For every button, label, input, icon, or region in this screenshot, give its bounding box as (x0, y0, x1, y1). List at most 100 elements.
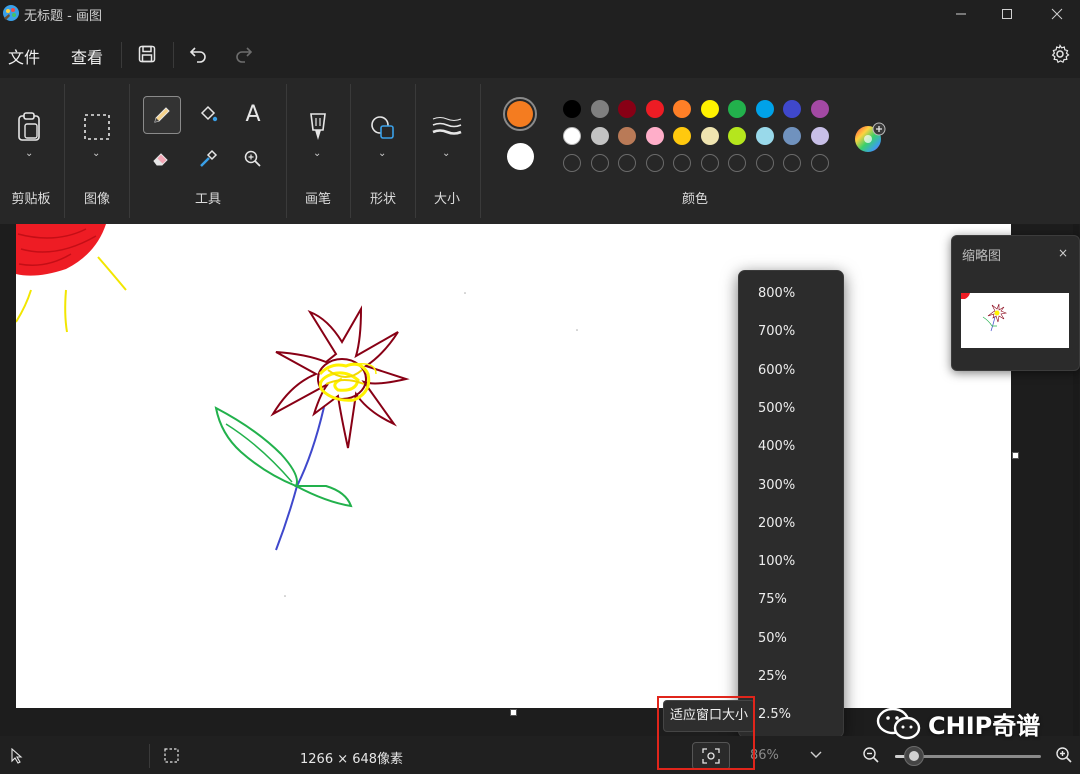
custom-color-slot[interactable] (563, 154, 581, 172)
palette-swatch[interactable] (673, 127, 691, 145)
custom-color-slot[interactable] (810, 154, 829, 172)
palette-swatch[interactable] (700, 127, 719, 145)
zoom-option[interactable]: 300% (739, 469, 843, 503)
menu-file[interactable]: 文件 (8, 44, 40, 68)
palette-swatch[interactable] (700, 100, 719, 118)
undo-button[interactable] (185, 40, 213, 68)
secondary-color[interactable] (507, 143, 534, 170)
minimize-button[interactable] (938, 0, 984, 28)
palette-swatch[interactable] (563, 100, 581, 118)
zoom-option[interactable]: 800% (739, 277, 843, 311)
zoom-out-button[interactable] (862, 746, 880, 768)
palette-swatch[interactable] (755, 127, 774, 145)
group-label-tools: 工具 (194, 192, 221, 207)
ribbon-divider (129, 84, 130, 218)
palette-swatch[interactable] (728, 100, 746, 118)
custom-color-slot[interactable] (590, 154, 609, 172)
group-label-colors: 颜色 (681, 192, 708, 207)
zoom-option[interactable]: 700% (739, 315, 843, 349)
menu-view[interactable]: 查看 (71, 44, 103, 68)
canvas-resize-handle[interactable] (1012, 452, 1019, 459)
eraser-tool[interactable] (143, 141, 179, 177)
zoom-option[interactable]: 600% (739, 354, 843, 388)
primary-color[interactable] (503, 97, 537, 131)
custom-color-slot[interactable] (673, 154, 691, 172)
settings-button[interactable] (1046, 40, 1074, 68)
thumbnail-preview[interactable] (961, 293, 1069, 348)
palette-swatch[interactable] (673, 100, 691, 118)
palette-swatch[interactable] (590, 100, 609, 118)
palette-swatch[interactable] (783, 127, 801, 145)
edit-colors-button[interactable] (853, 122, 887, 160)
palette-swatch[interactable] (810, 100, 829, 118)
zoom-option[interactable]: 75% (739, 583, 843, 617)
drawing-artwork (16, 224, 578, 597)
palette-swatch[interactable] (563, 127, 581, 145)
custom-color-slot[interactable] (783, 154, 801, 172)
eyedropper-icon (200, 149, 218, 167)
ribbon-divider (350, 84, 351, 218)
selection-size-icon (164, 748, 179, 763)
brushes-button[interactable] (306, 112, 330, 146)
paint-app-icon (2, 4, 20, 22)
close-icon (1051, 8, 1063, 20)
palette-swatch[interactable] (645, 127, 664, 145)
fill-tool[interactable] (190, 96, 226, 132)
color-picker-tool[interactable] (190, 141, 226, 177)
color-wheel-icon (855, 122, 886, 152)
zoom-option[interactable]: 50% (739, 622, 843, 656)
zoom-option[interactable]: 200% (739, 507, 843, 541)
redo-button[interactable] (229, 40, 257, 68)
custom-color-slot[interactable] (700, 154, 719, 172)
canvas-resize-handle[interactable] (510, 709, 517, 716)
size-button[interactable] (432, 116, 462, 142)
palette-swatch[interactable] (755, 100, 774, 118)
zoom-slider-thumb[interactable] (903, 746, 924, 766)
watermark: CHIP奇谱 (876, 706, 1040, 741)
drawing-canvas[interactable] (16, 224, 1011, 708)
ribbon-divider (64, 84, 65, 218)
close-button[interactable] (1034, 0, 1080, 28)
chevron-down-icon[interactable]: ⌄ (442, 148, 450, 159)
zoom-option[interactable]: 25% (739, 660, 843, 694)
group-label-image: 图像 (83, 192, 110, 207)
magnifier-tool[interactable] (235, 141, 271, 177)
palette-swatch[interactable] (590, 127, 609, 145)
zoom-in-button[interactable] (1055, 746, 1073, 768)
text-tool[interactable]: A (235, 96, 271, 132)
chevron-down-icon[interactable]: ⌄ (313, 148, 321, 159)
chevron-down-icon[interactable]: ⌄ (25, 148, 33, 159)
zoom-out-icon (863, 747, 879, 763)
chevron-down-icon[interactable]: ⌄ (378, 148, 386, 159)
palette-swatch[interactable] (618, 127, 636, 145)
pencil-icon (154, 107, 170, 123)
zoom-option[interactable]: 100% (739, 545, 843, 579)
palette-swatch[interactable] (618, 100, 636, 118)
palette-swatch[interactable] (810, 127, 829, 145)
custom-color-slot[interactable] (618, 154, 636, 172)
zoom-dropdown-menu: 800% 700% 600% 500% 400% 300% 200% 100% 75% 50% 25… (738, 270, 844, 738)
group-label-shapes: 形状 (369, 192, 396, 207)
undo-icon (189, 47, 206, 63)
custom-color-slot[interactable] (645, 154, 664, 172)
palette-swatch[interactable] (645, 100, 664, 118)
clipboard-button[interactable] (16, 112, 42, 146)
chevron-down-icon[interactable]: ⌄ (92, 148, 100, 159)
select-button[interactable] (84, 114, 110, 144)
group-label-clipboard: 剪贴板 (11, 192, 51, 207)
custom-color-slot[interactable] (755, 154, 774, 172)
gear-icon (1051, 44, 1070, 64)
palette-swatch[interactable] (783, 100, 801, 118)
maximize-button[interactable] (984, 0, 1030, 28)
save-icon (138, 45, 156, 63)
thumbnail-panel: 缩略图 × (951, 235, 1080, 371)
zoom-option[interactable]: 500% (739, 392, 843, 426)
flower-leaf (214, 406, 353, 508)
palette-swatch[interactable] (728, 127, 746, 145)
shapes-button[interactable] (369, 114, 397, 146)
custom-color-slot[interactable] (728, 154, 746, 172)
zoom-option[interactable]: 400% (739, 430, 843, 464)
pencil-tool[interactable] (143, 96, 181, 134)
save-button[interactable] (133, 40, 161, 68)
thumbnail-close-button[interactable]: × (1058, 246, 1068, 260)
